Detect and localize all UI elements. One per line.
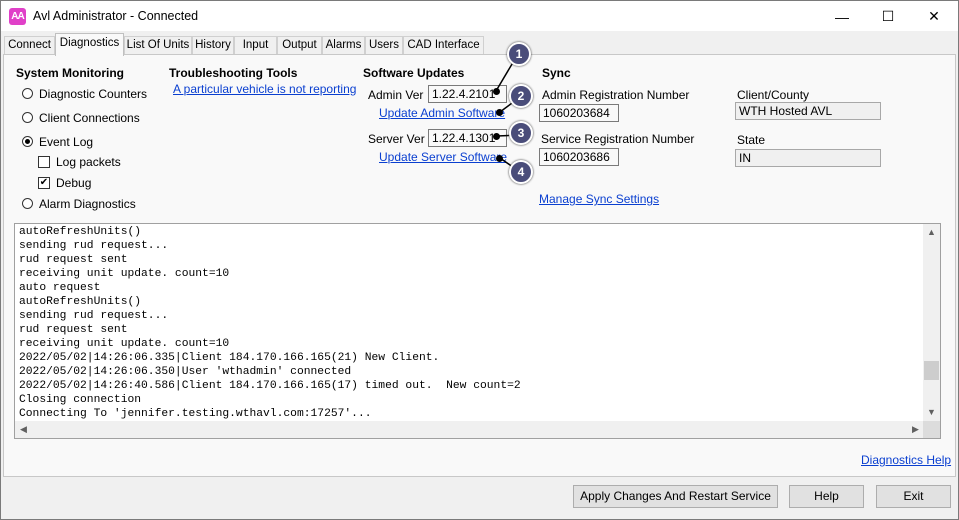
alarm-diagnostics-label[interactable]: Alarm Diagnostics <box>39 197 136 211</box>
scroll-corner <box>923 421 940 438</box>
troubleshooting-heading: Troubleshooting Tools <box>169 66 298 80</box>
log-line: receiving unit update. count=10 <box>19 268 230 280</box>
log-line: rud request sent <box>19 324 128 336</box>
log-line: 2022/05/02|14:26:40.586|Client 184.170.1… <box>19 380 521 392</box>
tab-connect[interactable]: Connect <box>4 36 55 55</box>
callout-3: 3 <box>509 121 533 145</box>
server-ver-label: Server Ver <box>368 132 425 146</box>
event-log-radio[interactable] <box>22 136 33 147</box>
state-label: State <box>737 133 766 147</box>
log-packets-checkbox[interactable] <box>38 156 50 168</box>
callout-4: 4 <box>509 160 533 184</box>
callout-1: 1 <box>507 42 531 66</box>
tab-history[interactable]: History <box>192 36 234 55</box>
event-log-output[interactable]: autoRefreshUnits() sending rud request...… <box>14 223 941 439</box>
callout-dot-1 <box>493 88 500 95</box>
vehicle-not-reporting-link[interactable]: A particular vehicle is not reporting <box>173 82 356 96</box>
diagnostic-counters-label[interactable]: Diagnostic Counters <box>39 87 147 101</box>
diagnostic-counters-radio[interactable] <box>22 88 33 99</box>
client-county-label: Client/County <box>737 88 810 102</box>
tab-input[interactable]: Input <box>234 36 277 55</box>
log-line: sending rud request... <box>19 310 169 322</box>
tab-users[interactable]: Users <box>365 36 403 55</box>
event-log-label[interactable]: Event Log <box>39 135 93 149</box>
log-line: autoRefreshUnits() <box>19 226 142 238</box>
admin-registration-label: Admin Registration Number <box>542 88 690 102</box>
sync-heading: Sync <box>542 66 571 80</box>
admin-registration-field[interactable]: 1060203684 <box>539 104 619 122</box>
log-line: 2022/05/02|14:26:06.350|User 'wthadmin' … <box>19 366 352 378</box>
alarm-diagnostics-radio[interactable] <box>22 198 33 209</box>
maximize-button[interactable]: ☐ <box>865 2 911 31</box>
horizontal-scrollbar[interactable]: ◀ ▶ <box>15 421 924 438</box>
tab-list-of-units[interactable]: List Of Units <box>124 36 192 55</box>
tab-output[interactable]: Output <box>277 36 322 55</box>
diagnostics-help-link[interactable]: Diagnostics Help <box>861 453 951 467</box>
title-bar: AA Avl Administrator - Connected — ☐ ✕ <box>1 1 958 31</box>
vertical-scroll-thumb[interactable] <box>924 361 939 380</box>
minimize-button[interactable]: — <box>819 2 865 31</box>
vertical-scrollbar[interactable]: ▲ ▼ <box>923 224 940 422</box>
log-line: receiving unit update. count=10 <box>19 338 230 350</box>
client-connections-radio[interactable] <box>22 112 33 123</box>
tab-cad-interface[interactable]: CAD Interface <box>403 36 484 55</box>
log-lines: autoRefreshUnits() sending rud request...… <box>19 225 521 421</box>
window-title: Avl Administrator - Connected <box>33 9 199 23</box>
chevron-down-icon[interactable]: ▼ <box>923 407 940 417</box>
service-registration-field[interactable]: 1060203686 <box>539 148 619 166</box>
callout-dot-4 <box>496 155 503 162</box>
chevron-right-icon[interactable]: ▶ <box>907 424 924 435</box>
chevron-left-icon[interactable]: ◀ <box>15 424 32 435</box>
log-line: auto request <box>19 282 101 294</box>
callout-dot-2 <box>496 109 503 116</box>
tab-diagnostics[interactable]: Diagnostics <box>55 33 124 56</box>
client-county-field: WTH Hosted AVL <box>735 102 881 120</box>
log-line: 2022/05/02|14:26:06.335|Client 184.170.1… <box>19 352 440 364</box>
log-line: sending rud request... <box>19 240 169 252</box>
log-line: rud request sent <box>19 254 128 266</box>
manage-sync-settings-link[interactable]: Manage Sync Settings <box>539 192 659 206</box>
apply-restart-button[interactable]: Apply Changes And Restart Service <box>573 485 778 508</box>
close-button[interactable]: ✕ <box>911 2 957 31</box>
log-packets-label[interactable]: Log packets <box>56 155 121 169</box>
callout-2: 2 <box>509 84 533 108</box>
help-button[interactable]: Help <box>789 485 864 508</box>
debug-checkbox[interactable]: ✔ <box>38 177 50 189</box>
log-line: autoRefreshUnits() <box>19 296 142 308</box>
software-updates-heading: Software Updates <box>363 66 465 80</box>
system-monitoring-heading: System Monitoring <box>16 66 125 80</box>
client-connections-label[interactable]: Client Connections <box>39 111 140 125</box>
checkmark-icon: ✔ <box>39 177 49 188</box>
callout-dot-3 <box>493 133 500 140</box>
exit-button[interactable]: Exit <box>876 485 951 508</box>
admin-ver-label: Admin Ver <box>368 88 424 102</box>
tab-alarms[interactable]: Alarms <box>322 36 365 55</box>
app-icon: AA <box>9 8 26 25</box>
state-field: IN <box>735 149 881 167</box>
chevron-up-icon[interactable]: ▲ <box>923 227 940 237</box>
log-line: Connecting To 'jennifer.testing.wthavl.c… <box>19 408 372 420</box>
debug-label[interactable]: Debug <box>56 176 91 190</box>
service-registration-label: Service Registration Number <box>541 132 695 146</box>
log-line: Closing connection <box>19 394 142 406</box>
